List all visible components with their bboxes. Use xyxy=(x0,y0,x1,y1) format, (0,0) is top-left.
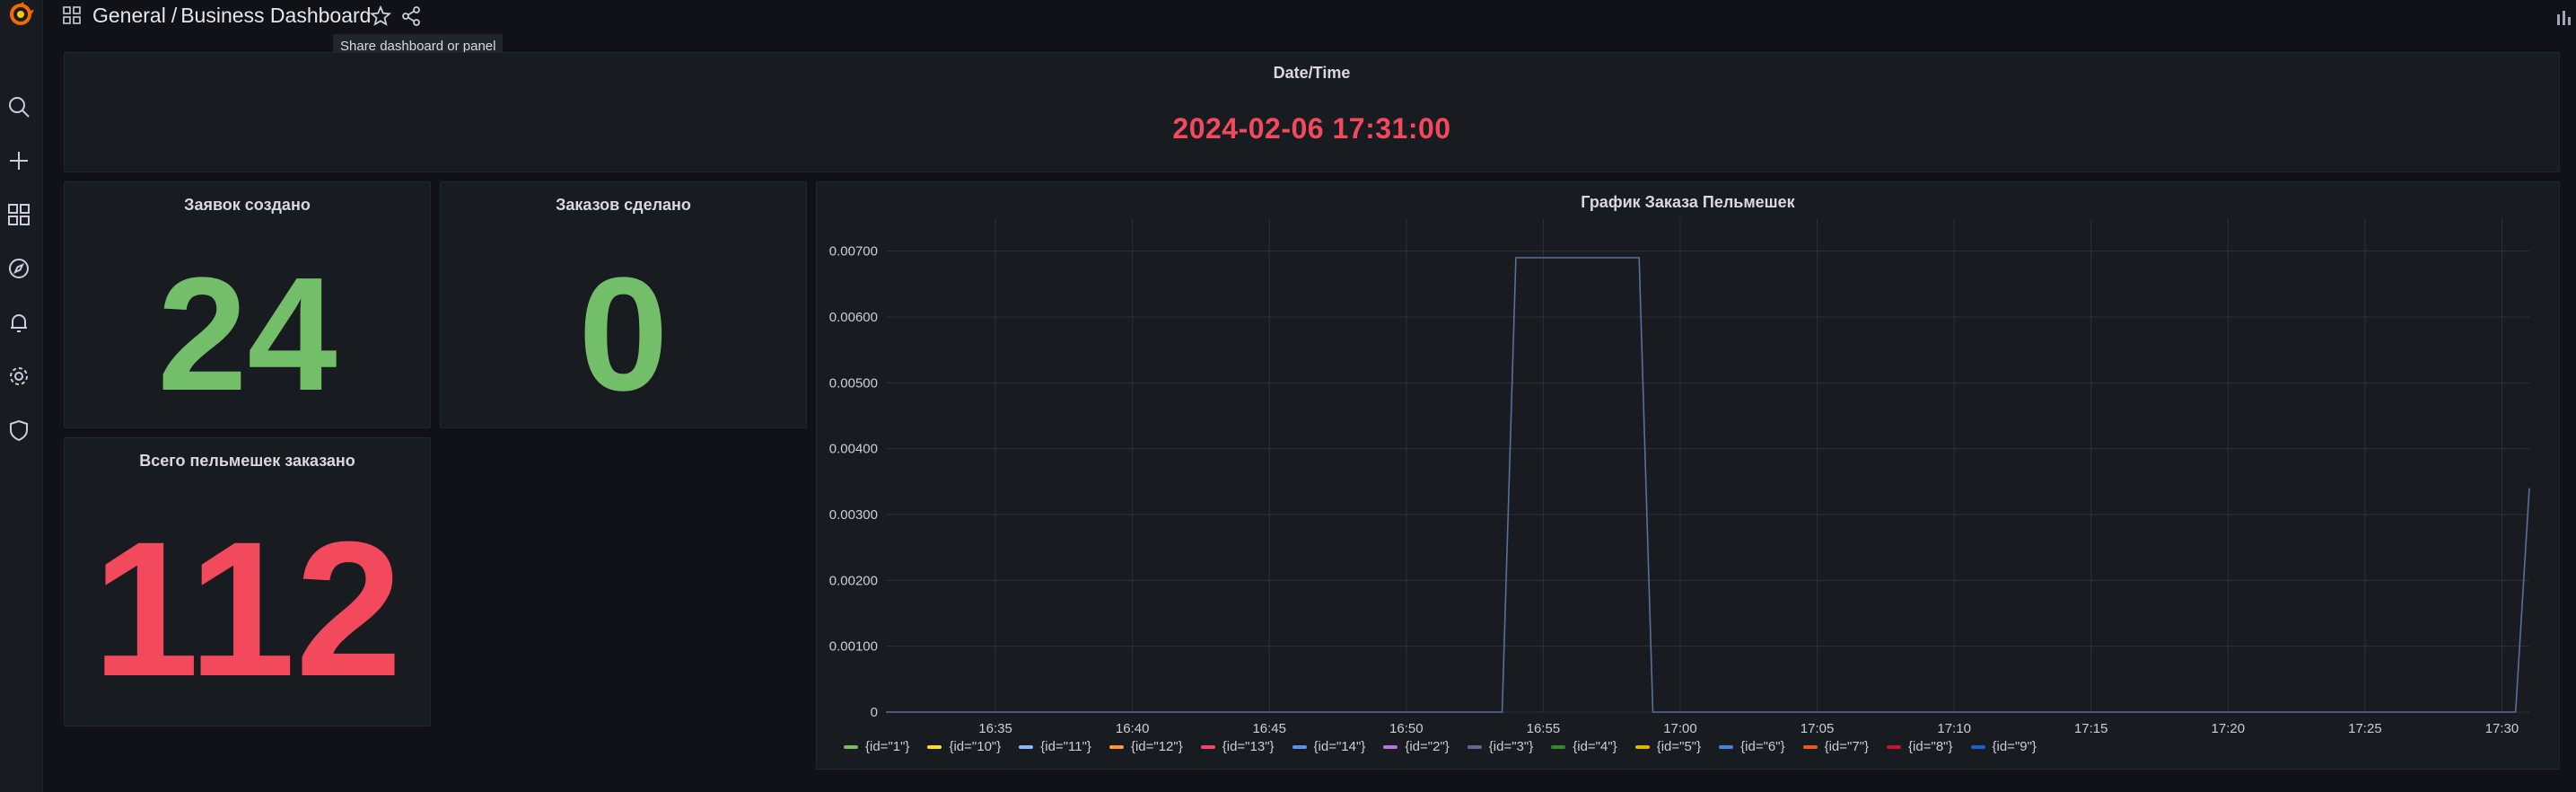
legend-label: {id="8"} xyxy=(1908,739,1953,754)
panel-add-icon[interactable] xyxy=(2556,9,2572,27)
legend-swatch xyxy=(1019,744,1034,749)
legend-item[interactable]: {id="13"} xyxy=(1200,739,1275,754)
legend-item[interactable]: {id="10"} xyxy=(927,739,1001,754)
legend-swatch xyxy=(1292,744,1307,749)
legend-swatch xyxy=(1383,744,1398,749)
legend-swatch xyxy=(1970,744,1985,749)
y-tick-label: 0.00300 xyxy=(829,507,878,523)
alert-bell-icon[interactable] xyxy=(7,311,31,334)
explore-icon[interactable] xyxy=(7,257,31,280)
legend-swatch xyxy=(1802,744,1818,749)
legend-item[interactable]: {id="7"} xyxy=(1802,739,1870,754)
y-tick-label: 0.00500 xyxy=(829,375,878,391)
panel-title[interactable]: Заявок создано xyxy=(65,196,430,215)
legend-swatch xyxy=(927,744,942,749)
dashboard-grid-icon xyxy=(63,6,81,24)
legend-item[interactable]: {id="14"} xyxy=(1292,739,1366,754)
x-tick-label: 17:20 xyxy=(2212,721,2246,736)
star-icon[interactable] xyxy=(369,4,392,27)
legend-swatch xyxy=(844,744,858,749)
stat-value: 0 xyxy=(578,244,669,425)
panel-title[interactable]: Всего пельмешек заказано xyxy=(65,452,430,471)
legend-item[interactable]: {id="12"} xyxy=(1108,739,1183,754)
x-tick-label: 16:35 xyxy=(978,721,1012,736)
legend-item[interactable]: {id="9"} xyxy=(1970,739,2037,754)
legend-label: {id="12"} xyxy=(1130,739,1183,754)
stat-value: 112 xyxy=(92,502,403,717)
legend-label: {id="13"} xyxy=(1222,739,1275,754)
legend-swatch xyxy=(1634,744,1650,749)
legend-swatch xyxy=(1551,744,1566,749)
breadcrumb: General / Business Dashboard xyxy=(92,4,371,28)
order-graph-panel: График Заказа Пельмешек 0 0.00100 0.00200 0… xyxy=(816,181,2560,770)
legend-swatch xyxy=(1108,744,1124,749)
breadcrumb-folder[interactable]: General xyxy=(92,4,166,27)
legend-swatch xyxy=(1467,744,1482,749)
breadcrumb-separator: / xyxy=(171,4,178,27)
legend-item[interactable]: {id="5"} xyxy=(1634,739,1702,754)
legend-swatch xyxy=(1200,744,1215,749)
x-tick-label: 17:30 xyxy=(2485,721,2519,736)
legend-item[interactable]: {id="11"} xyxy=(1019,739,1091,754)
share-icon[interactable] xyxy=(400,5,422,27)
legend-label: {id="9"} xyxy=(1992,739,2037,754)
y-tick-label: 0.00600 xyxy=(829,310,878,325)
panel-title[interactable]: Заказов сделано xyxy=(441,196,806,215)
x-tick-label: 16:45 xyxy=(1252,721,1286,736)
datetime-panel: Date/Time 2024-02-06 17:31:00 xyxy=(64,52,2560,172)
requests-created-panel: Заявок создано 24 xyxy=(64,181,431,428)
legend-swatch xyxy=(1887,744,1902,749)
stat-value: 24 xyxy=(157,244,337,425)
legend-label: {id="2"} xyxy=(1405,739,1450,754)
legend-label: {id="14"} xyxy=(1313,739,1366,754)
legend-label: {id="10"} xyxy=(949,739,1002,754)
gear-icon[interactable] xyxy=(7,365,31,388)
panel-title[interactable]: Date/Time xyxy=(65,64,2559,83)
y-tick-label: 0.00100 xyxy=(829,639,878,655)
legend-item[interactable]: {id="6"} xyxy=(1719,739,1785,754)
time-series-chart[interactable]: 0 0.00100 0.00200 0.00300 0.00400 0.00500 0.00… xyxy=(817,182,2559,769)
x-tick-label: 16:40 xyxy=(1116,721,1150,736)
legend-item[interactable]: {id="1"} xyxy=(844,739,909,754)
orders-made-panel: Заказов сделано 0 xyxy=(440,181,807,428)
x-tick-label: 17:10 xyxy=(1937,721,1971,736)
dashboard-title[interactable]: Business Dashboard xyxy=(180,4,371,27)
plus-icon[interactable] xyxy=(7,149,31,172)
legend-label: {id="6"} xyxy=(1740,739,1785,754)
x-tick-label: 17:25 xyxy=(2348,721,2382,736)
legend-swatch xyxy=(1719,744,1734,749)
legend-item[interactable]: {id="2"} xyxy=(1383,739,1450,754)
legend-item[interactable]: {id="8"} xyxy=(1887,739,1953,754)
y-tick-label: 0 xyxy=(871,705,878,720)
x-tick-label: 16:55 xyxy=(1527,721,1561,736)
x-tick-label: 17:15 xyxy=(2074,721,2108,736)
legend-label: {id="1"} xyxy=(865,739,910,754)
grafana-logo-icon[interactable] xyxy=(7,2,36,29)
y-tick-label: 0.00400 xyxy=(829,442,878,457)
datetime-value: 2024-02-06 17:31:00 xyxy=(1172,112,1451,145)
x-tick-label: 17:00 xyxy=(1663,721,1697,736)
legend-label: {id="7"} xyxy=(1824,739,1870,754)
x-tick-label: 16:50 xyxy=(1389,721,1424,736)
total-dumplings-panel: Всего пельмешек заказано 112 xyxy=(64,437,431,726)
legend-item[interactable]: {id="4"} xyxy=(1551,739,1617,754)
legend-label: {id="4"} xyxy=(1573,739,1617,754)
dashboards-icon[interactable] xyxy=(7,203,31,226)
x-tick-label: 17:05 xyxy=(1801,721,1835,736)
search-icon[interactable] xyxy=(7,95,31,119)
legend-label: {id="5"} xyxy=(1656,739,1702,754)
legend-label: {id="11"} xyxy=(1040,739,1091,754)
legend-item[interactable]: {id="3"} xyxy=(1467,739,1534,754)
y-tick-label: 0.00200 xyxy=(829,573,878,588)
legend-label: {id="3"} xyxy=(1488,739,1534,754)
top-bar: General / Business Dashboard Share dashboa… xyxy=(43,0,2576,59)
y-tick-label: 0.00700 xyxy=(829,244,878,260)
side-menu xyxy=(0,0,43,792)
shield-icon[interactable] xyxy=(7,418,31,442)
chart-legend: {id="1"} {id="10"} {id="11"} {id="12"} {id="… xyxy=(844,739,2055,754)
